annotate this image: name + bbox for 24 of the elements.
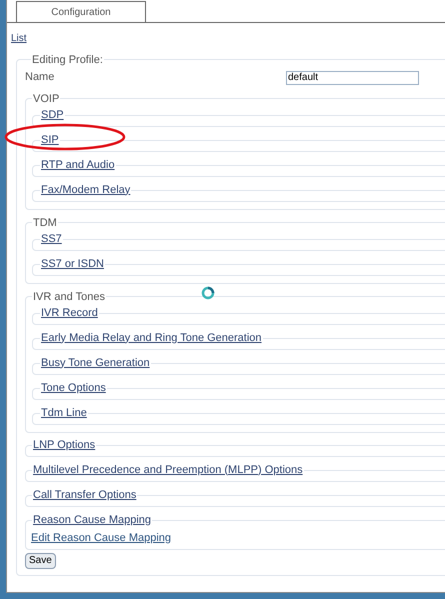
group-legend: IVR and Tones — [32, 290, 106, 304]
save-button[interactable]: Save — [25, 553, 56, 569]
section-link[interactable]: SS7 — [41, 232, 62, 244]
section-link[interactable]: SDP — [41, 108, 64, 120]
configuration-tab[interactable]: Configuration — [16, 1, 146, 22]
section-link[interactable]: IVR Record — [41, 306, 98, 318]
group-legend: TDM — [32, 216, 58, 230]
editing-profile-legend: Editing Profile: — [31, 52, 104, 66]
name-field[interactable]: default — [286, 70, 419, 84]
section-link[interactable]: Busy Tone Generation — [41, 356, 150, 368]
section-link[interactable]: Reason Cause Mapping — [33, 514, 152, 526]
group-legend: VOIP — [32, 92, 60, 106]
section-link[interactable]: SS7 or ISDN — [41, 258, 104, 270]
section-link[interactable]: Tone Options — [41, 382, 106, 394]
section-link[interactable]: RTP and Audio — [41, 158, 115, 170]
section-link[interactable]: Call Transfer Options — [33, 488, 136, 500]
section-link[interactable]: SIP — [41, 134, 59, 146]
name-label: Name — [25, 70, 56, 86]
section-link[interactable]: Tdm Line — [41, 406, 87, 418]
loading-spinner-icon — [201, 286, 215, 300]
section-link[interactable]: Fax/Modem Relay — [41, 184, 130, 196]
section-link[interactable]: LNP Options — [33, 438, 96, 450]
list-link[interactable]: List — [11, 33, 27, 44]
edit-mapping-link[interactable]: Edit Reason Cause Mapping — [31, 532, 172, 544]
